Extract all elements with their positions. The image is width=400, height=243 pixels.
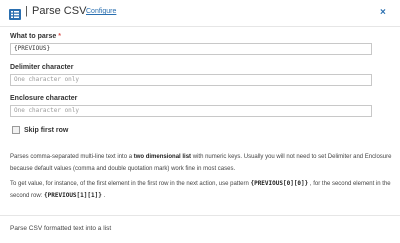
- delimiter-input[interactable]: One character only: [10, 74, 372, 86]
- desc-p1-a: Parses comma-separated multi-line text i…: [10, 154, 134, 160]
- description-paragraph-2: To get value, for instance, of the first…: [10, 178, 392, 202]
- panel-title: Parse CSV: [32, 5, 87, 17]
- panel-footer: Parse CSV formatted text into a list: [0, 215, 400, 243]
- what-to-parse-input[interactable]: {PREVIOUS}: [10, 43, 372, 55]
- enclosure-label: Enclosure character: [10, 95, 78, 102]
- skip-first-row-label: Skip first row: [24, 127, 69, 134]
- what-to-parse-label-text: What to parse: [10, 33, 57, 40]
- pattern-code-2: {PREVIOUS[1][1]}: [44, 192, 102, 199]
- description-paragraph-1: Parses comma-separated multi-line text i…: [10, 151, 392, 175]
- desc-p2-c: .: [101, 193, 106, 199]
- what-to-parse-label: What to parse *: [10, 33, 61, 40]
- skip-first-row-checkbox[interactable]: [12, 126, 20, 134]
- close-icon[interactable]: ×: [380, 8, 386, 18]
- delimiter-label: Delimiter character: [10, 64, 74, 71]
- list-icon: [9, 7, 21, 20]
- required-mark: *: [58, 33, 61, 40]
- footer-description: Parse CSV formatted text into a list: [10, 225, 112, 232]
- desc-p2-a: To get value, for instance, of the first…: [10, 181, 251, 187]
- parse-csv-panel: | Parse CSV Configure × What to parse * …: [0, 0, 400, 243]
- configure-link[interactable]: Configure: [86, 8, 116, 15]
- pattern-code-1: {PREVIOUS[0][0]}: [250, 180, 309, 187]
- title-separator: |: [25, 5, 28, 17]
- enclosure-input[interactable]: One character only: [10, 105, 372, 117]
- panel-header: | Parse CSV Configure ×: [0, 0, 400, 27]
- desc-p1-bold: two dimensional list: [133, 154, 192, 160]
